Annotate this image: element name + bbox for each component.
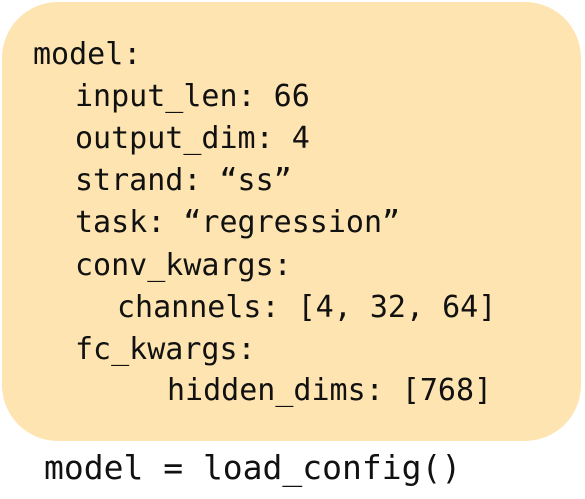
yaml-line-input-len: input_len: 66: [75, 79, 310, 114]
figure: model: input_len: 66 output_dim: 4 stran…: [0, 0, 585, 499]
caption-code: model = load_config(): [44, 448, 462, 487]
yaml-line-channels: channels: [4, 32, 64]: [117, 290, 497, 325]
yaml-line-strand: strand: “ss”: [75, 163, 292, 198]
yaml-line-output-dim: output_dim: 4: [75, 121, 310, 156]
yaml-line-hidden-dims: hidden_dims: [768]: [167, 373, 493, 408]
yaml-line-fc-kwargs: fc_kwargs:: [75, 332, 256, 367]
yaml-line-conv-kwargs: conv_kwargs:: [75, 248, 292, 283]
yaml-line-model: model:: [33, 37, 142, 72]
yaml-line-task: task: “regression”: [75, 205, 401, 240]
